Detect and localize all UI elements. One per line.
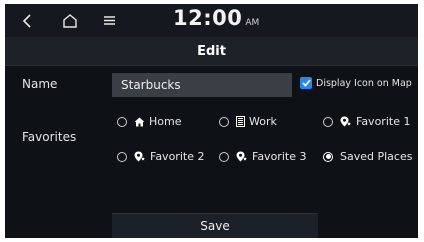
clock-ampm: AM bbox=[245, 18, 260, 28]
home-icon[interactable] bbox=[59, 4, 81, 37]
radio-indicator bbox=[219, 151, 229, 162]
name-label: Name bbox=[22, 77, 58, 91]
checkbox-checked-icon bbox=[300, 77, 312, 89]
display-icon-checkbox[interactable]: Display Icon on Map bbox=[300, 77, 412, 89]
radio-saved-places[interactable]: Saved Places bbox=[323, 150, 412, 163]
radio-label: Home bbox=[149, 115, 182, 128]
building-icon bbox=[236, 116, 245, 127]
save-button[interactable]: Save bbox=[112, 213, 318, 238]
radio-label: Favorite 3 bbox=[252, 150, 307, 163]
favorite-pin-icon bbox=[134, 151, 146, 162]
radio-indicator bbox=[117, 151, 127, 162]
radio-label: Saved Places bbox=[340, 150, 413, 163]
radio-indicator bbox=[117, 116, 127, 127]
radio-favorite-2[interactable]: Favorite 2 bbox=[117, 150, 204, 163]
name-input[interactable] bbox=[112, 73, 292, 97]
back-icon[interactable] bbox=[17, 4, 37, 37]
status-bar: 12:00 AM bbox=[5, 4, 418, 37]
favorite-pin-icon bbox=[340, 116, 352, 127]
radio-work[interactable]: Work bbox=[219, 115, 277, 128]
radio-indicator bbox=[323, 116, 333, 127]
infotainment-screen: 12:00AM Edit Name Display Icon on Map Fa… bbox=[5, 4, 418, 238]
favorites-label: Favorites bbox=[22, 130, 77, 144]
favorite-pin-icon bbox=[236, 151, 248, 162]
radio-label: Favorite 2 bbox=[150, 150, 205, 163]
menu-icon[interactable] bbox=[100, 4, 118, 37]
radio-selected-indicator bbox=[323, 151, 333, 162]
clock: 12:00 AM bbox=[173, 6, 259, 30]
radio-home[interactable]: Home bbox=[117, 115, 181, 128]
home-icon bbox=[134, 117, 145, 127]
radio-indicator bbox=[219, 116, 229, 127]
clock-time: 12:00 bbox=[173, 6, 243, 30]
radio-favorite-1[interactable]: Favorite 1 bbox=[323, 115, 410, 128]
page-title: Edit bbox=[5, 37, 418, 66]
radio-label: Favorite 1 bbox=[356, 115, 411, 128]
radio-label: Work bbox=[249, 115, 277, 128]
display-icon-label: Display Icon on Map bbox=[316, 77, 412, 89]
radio-favorite-3[interactable]: Favorite 3 bbox=[219, 150, 306, 163]
